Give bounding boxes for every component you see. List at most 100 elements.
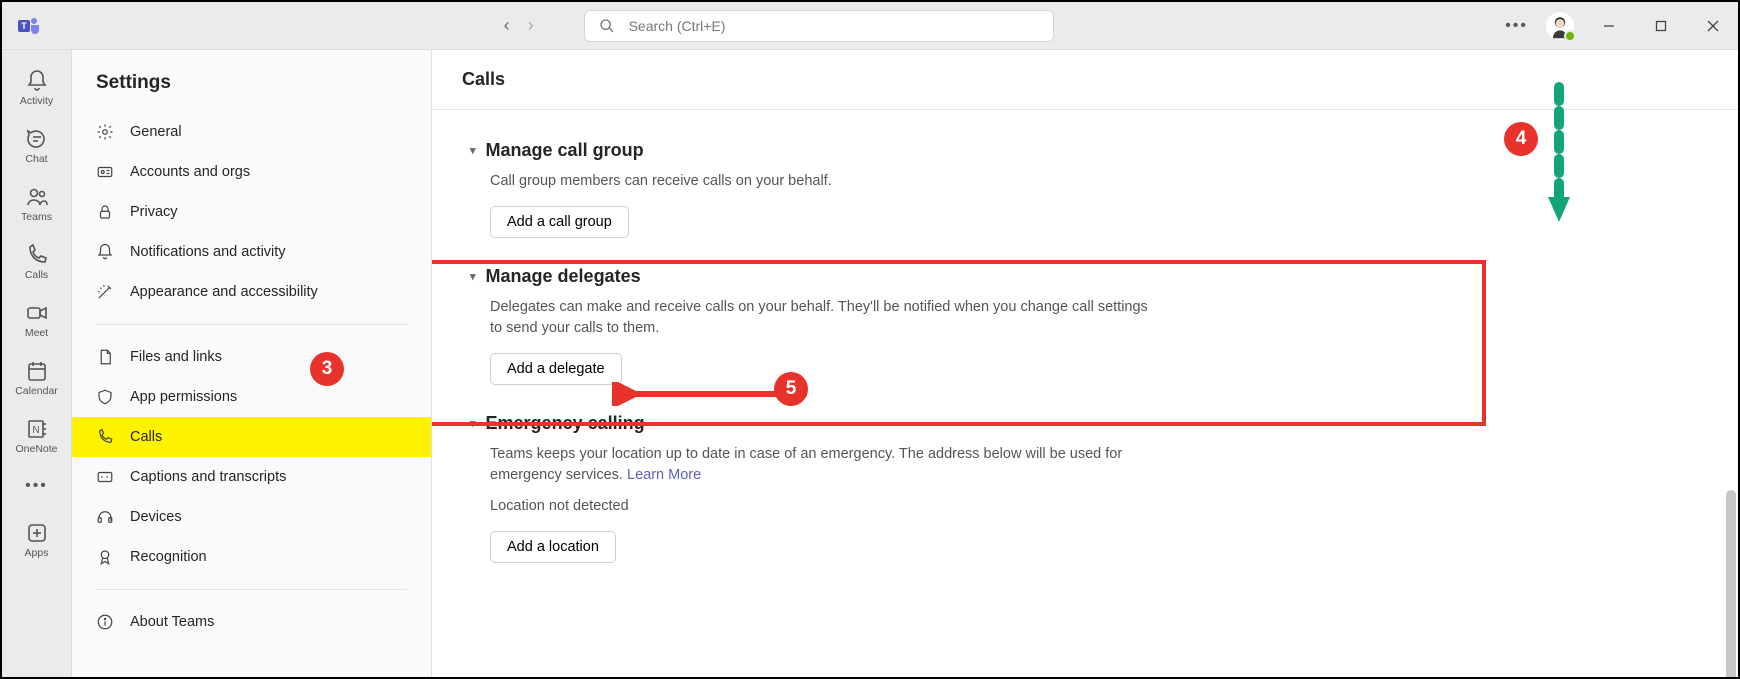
section-title: Emergency calling bbox=[486, 413, 645, 434]
presence-available-icon bbox=[1564, 30, 1576, 42]
wand-icon bbox=[96, 283, 114, 301]
rail-more[interactable]: ••• bbox=[2, 466, 72, 506]
sidebar-label: General bbox=[130, 124, 182, 140]
location-status: Location not detected bbox=[490, 496, 1150, 517]
settings-sidebar: Settings General Accounts and orgs Priva… bbox=[72, 50, 432, 677]
add-call-group-button[interactable]: Add a call group bbox=[490, 206, 629, 238]
id-card-icon bbox=[96, 163, 114, 181]
forward-icon[interactable]: › bbox=[528, 15, 534, 36]
rail-label: Calendar bbox=[15, 385, 58, 397]
gear-icon bbox=[96, 123, 114, 141]
sidebar-item-notifications[interactable]: Notifications and activity bbox=[72, 232, 431, 272]
rail-label: Chat bbox=[25, 153, 47, 165]
content-area: Calls ▾ Manage call group Call group mem… bbox=[432, 50, 1738, 677]
calendar-icon bbox=[25, 359, 49, 383]
sidebar-item-privacy[interactable]: Privacy bbox=[72, 192, 431, 232]
sidebar-item-calls[interactable]: Calls bbox=[72, 417, 431, 457]
sidebar-label: Accounts and orgs bbox=[130, 164, 250, 180]
section-title: Manage delegates bbox=[486, 266, 641, 287]
sidebar-item-captions[interactable]: Captions and transcripts bbox=[72, 457, 431, 497]
rail-apps[interactable]: Apps bbox=[2, 512, 72, 568]
sidebar-label: App permissions bbox=[130, 389, 237, 405]
back-icon[interactable]: ‹ bbox=[504, 15, 510, 36]
caret-down-icon[interactable]: ▾ bbox=[470, 417, 476, 430]
sidebar-label: Notifications and activity bbox=[130, 244, 286, 260]
learn-more-link[interactable]: Learn More bbox=[627, 467, 701, 483]
info-icon bbox=[96, 613, 114, 631]
sidebar-item-recognition[interactable]: Recognition bbox=[72, 537, 431, 577]
section-delegates: ▾ Manage delegates Delegates can make an… bbox=[462, 256, 1462, 403]
onenote-icon: N bbox=[25, 417, 49, 441]
apps-add-icon bbox=[25, 521, 49, 545]
chat-icon bbox=[25, 127, 49, 151]
video-icon bbox=[25, 301, 49, 325]
sidebar-item-app-permissions[interactable]: App permissions bbox=[72, 377, 431, 417]
phone-icon bbox=[96, 428, 114, 446]
sidebar-item-accounts[interactable]: Accounts and orgs bbox=[72, 152, 431, 192]
section-desc-text: Teams keeps your location up to date in … bbox=[490, 446, 1122, 483]
rail-activity[interactable]: Activity bbox=[2, 60, 72, 116]
more-icon[interactable]: ••• bbox=[1505, 17, 1528, 35]
sidebar-label: About Teams bbox=[130, 614, 214, 630]
section-desc: Delegates can make and receive calls on … bbox=[490, 297, 1150, 339]
headset-icon bbox=[96, 508, 114, 526]
rail-calendar[interactable]: Calendar bbox=[2, 350, 72, 406]
scrollbar[interactable] bbox=[1726, 490, 1736, 677]
section-title: Manage call group bbox=[486, 140, 644, 161]
teams-app-icon: T bbox=[16, 13, 42, 39]
rail-label: Meet bbox=[25, 327, 48, 339]
rail-meet[interactable]: Meet bbox=[2, 292, 72, 348]
shield-icon bbox=[96, 388, 114, 406]
svg-text:T: T bbox=[21, 21, 27, 31]
people-icon bbox=[25, 185, 49, 209]
sidebar-item-general[interactable]: General bbox=[72, 112, 431, 152]
close-button[interactable] bbox=[1696, 12, 1730, 40]
title-bar: T ‹ › Search (Ctrl+E) ••• bbox=[2, 2, 1738, 50]
file-icon bbox=[96, 348, 114, 366]
sidebar-item-devices[interactable]: Devices bbox=[72, 497, 431, 537]
rail-teams[interactable]: Teams bbox=[2, 176, 72, 232]
phone-icon bbox=[25, 243, 49, 267]
captions-icon bbox=[96, 468, 114, 486]
rail-label: Apps bbox=[25, 547, 49, 559]
ribbon-icon bbox=[96, 548, 114, 566]
rail-chat[interactable]: Chat bbox=[2, 118, 72, 174]
page-title: Calls bbox=[432, 50, 1738, 110]
sidebar-label: Calls bbox=[130, 429, 162, 445]
caret-down-icon[interactable]: ▾ bbox=[470, 270, 476, 283]
search-placeholder: Search (Ctrl+E) bbox=[629, 18, 726, 34]
rail-label: Teams bbox=[21, 211, 52, 223]
bell-icon bbox=[96, 243, 114, 261]
caret-down-icon[interactable]: ▾ bbox=[470, 144, 476, 157]
sidebar-item-files[interactable]: Files and links bbox=[72, 337, 431, 377]
add-delegate-button[interactable]: Add a delegate bbox=[490, 353, 622, 385]
section-desc: Teams keeps your location up to date in … bbox=[490, 444, 1150, 486]
history-nav: ‹ › bbox=[504, 15, 534, 36]
lock-icon bbox=[96, 203, 114, 221]
search-icon bbox=[599, 18, 615, 34]
bell-icon bbox=[25, 69, 49, 93]
search-input[interactable]: Search (Ctrl+E) bbox=[584, 10, 1054, 42]
rail-label: Calls bbox=[25, 269, 48, 281]
sidebar-label: Devices bbox=[130, 509, 182, 525]
avatar[interactable] bbox=[1546, 12, 1574, 40]
rail-label: OneNote bbox=[15, 443, 57, 455]
section-emergency: ▾ Emergency calling Teams keeps your loc… bbox=[462, 403, 1462, 581]
minimize-button[interactable] bbox=[1592, 12, 1626, 40]
add-location-button[interactable]: Add a location bbox=[490, 531, 616, 563]
sidebar-label: Recognition bbox=[130, 549, 207, 565]
rail-onenote[interactable]: N OneNote bbox=[2, 408, 72, 464]
rail-calls[interactable]: Calls bbox=[2, 234, 72, 290]
divider bbox=[96, 589, 407, 590]
sidebar-label: Appearance and accessibility bbox=[130, 284, 318, 300]
section-desc: Call group members can receive calls on … bbox=[490, 171, 1150, 192]
sidebar-item-about[interactable]: About Teams bbox=[72, 602, 431, 642]
sidebar-item-appearance[interactable]: Appearance and accessibility bbox=[72, 272, 431, 312]
rail-label: Activity bbox=[20, 95, 53, 107]
svg-text:N: N bbox=[32, 425, 39, 436]
sidebar-label: Privacy bbox=[130, 204, 178, 220]
section-call-group: ▾ Manage call group Call group members c… bbox=[462, 130, 1462, 256]
maximize-button[interactable] bbox=[1644, 12, 1678, 40]
divider bbox=[96, 324, 407, 325]
sidebar-label: Captions and transcripts bbox=[130, 469, 286, 485]
